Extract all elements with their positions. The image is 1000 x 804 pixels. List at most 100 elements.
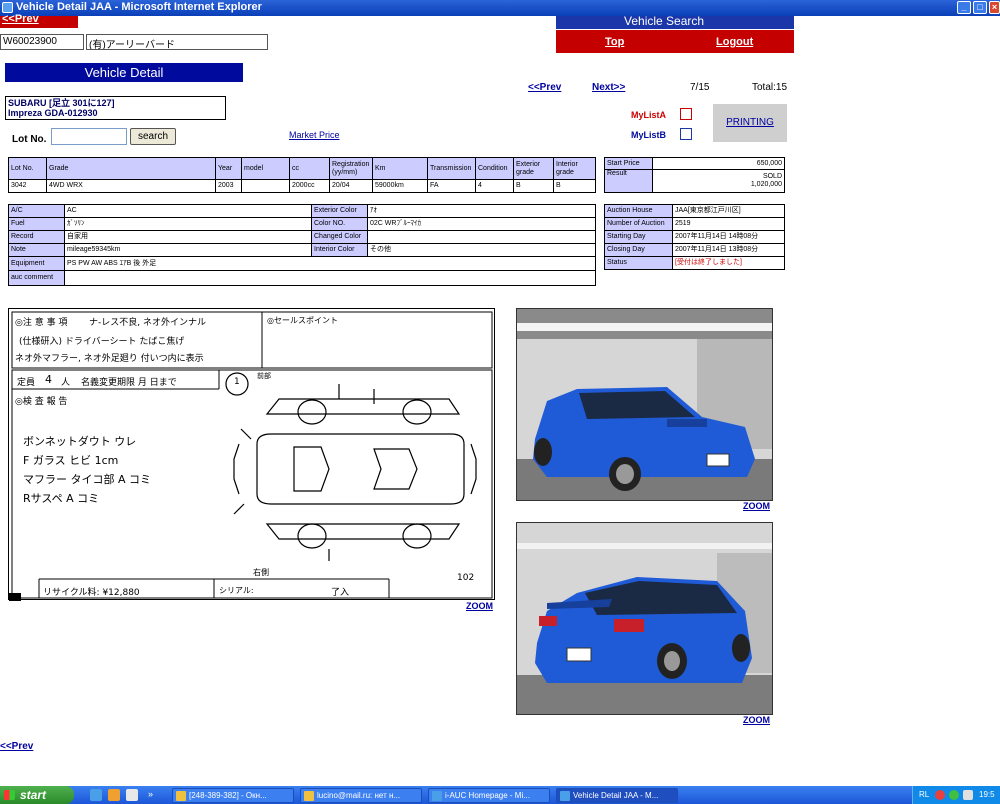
car-photo-front[interactable]	[516, 308, 773, 501]
firefox-quicklaunch-icon[interactable]	[108, 789, 120, 801]
spec-header: Km	[372, 157, 428, 180]
mylist-a-checkbox[interactable]	[680, 108, 692, 120]
spec-header-row: Lot No. Grade Year model cc Registration…	[8, 157, 596, 180]
mylist-b-label: MyListB	[631, 130, 667, 140]
price-table: Start Price 650,000 Result SOLD 1,020,00…	[604, 157, 785, 193]
top-nav-bar: Top Logout	[556, 30, 794, 53]
starting-day-label: Starting Day	[604, 230, 673, 244]
serial-label: シリアル:	[219, 586, 254, 595]
system-tray: RL 19:5	[912, 786, 1000, 804]
report-line2: F ガラス ヒビ 1cm	[23, 454, 119, 467]
spec-value: 20/04	[329, 179, 373, 193]
right-side-label: 右側	[253, 568, 269, 577]
serial-value: 了入	[331, 588, 350, 598]
taskbar-item[interactable]: i-AUC Homepage - Mi...	[428, 788, 550, 803]
car-title-box: SUBARU [足立 301に127] Impreza GDA-012930	[5, 96, 226, 120]
ext-color-label: Exterior Color	[311, 204, 368, 218]
equipment-label: Equipment	[8, 256, 65, 271]
sheet-zoom-link[interactable]: ZOOM	[466, 601, 493, 611]
start-price-value: 650,000	[652, 157, 785, 170]
record-value: 自家用	[64, 230, 312, 244]
prev-top-link[interactable]: <<Prev	[2, 13, 39, 25]
quicklaunch-expand-icon[interactable]: »	[148, 789, 156, 801]
language-indicator[interactable]: RL	[919, 786, 929, 804]
taskbar-item-label: lucino@mail.ru: нет н...	[317, 791, 401, 800]
front-photo-zoom-link[interactable]: ZOOM	[743, 501, 770, 511]
next-link[interactable]: Next>>	[592, 82, 625, 93]
spec-value: 2000cc	[289, 179, 330, 193]
capacity-label: 定員	[17, 378, 36, 388]
maximize-icon[interactable]: □	[973, 1, 987, 14]
ac-value: AC	[64, 204, 312, 218]
prev-top-bar: <<Prev	[0, 13, 78, 28]
taskbar-item[interactable]: [248-389-382] - Окн...	[172, 788, 294, 803]
close-icon[interactable]: ×	[989, 1, 1000, 14]
taskbar-item-active[interactable]: Vehicle Detail JAA - M...	[556, 788, 678, 803]
car-photo-rear[interactable]	[516, 522, 773, 715]
report-line3: マフラー タイコ部 A コミ	[23, 473, 152, 486]
spec-table: Lot No. Grade Year model cc Registration…	[8, 157, 596, 193]
taskbar-item-label: i-AUC Homepage - Mi...	[445, 791, 530, 800]
color-no-value: 02C WRﾌﾞﾙｰﾏｲｶ	[367, 217, 596, 231]
vehicle-search-link[interactable]: Vehicle Search	[624, 14, 704, 28]
starting-day-value: 2007年11月14日 14時08分	[672, 230, 785, 244]
features-table: A/C AC Exterior Color ｱｵ Fuel ｶﾞｿﾘﾝ Colo…	[8, 204, 596, 286]
notes-header: ◎注 意 事 項	[15, 318, 68, 328]
tray-network-icon[interactable]	[949, 790, 959, 800]
ac-label: A/C	[8, 204, 65, 218]
spec-value: FA	[427, 179, 476, 193]
color-no-label: Color NO.	[311, 217, 368, 231]
logout-link[interactable]: Logout	[716, 36, 753, 48]
minimize-icon[interactable]: _	[957, 1, 971, 14]
notes-line3: ネオ外マフラー, ネオ外足廻り 付いつ内に表示	[15, 354, 204, 364]
spec-header: Interior grade	[553, 157, 596, 180]
mylist-a-label: MyListA	[631, 110, 667, 120]
changed-color-value	[367, 230, 596, 244]
spec-header: Grade	[46, 157, 216, 180]
spec-header: Year	[215, 157, 242, 180]
result-cell: SOLD 1,020,000	[652, 169, 785, 193]
desktop-quicklaunch-icon[interactable]	[126, 789, 138, 801]
printing-button[interactable]: PRINTING	[713, 104, 787, 142]
spec-header: cc	[289, 157, 330, 180]
auction-number-value: 2519	[672, 217, 785, 231]
capacity-value: 4	[45, 373, 52, 386]
result-price: 1,020,000	[750, 181, 782, 188]
spec-value: 3042	[8, 179, 47, 193]
prev-bottom-link[interactable]: <<Prev	[0, 741, 33, 752]
taskbar-item-label: [248-389-382] - Окн...	[189, 791, 267, 800]
spec-value: 4	[475, 179, 514, 193]
rear-photo-zoom-link[interactable]: ZOOM	[743, 715, 770, 725]
prev-link[interactable]: <<Prev	[528, 82, 561, 93]
circle-mark: 1	[234, 377, 240, 387]
fuel-label: Fuel	[8, 217, 65, 231]
windows-flag-icon	[4, 790, 15, 800]
record-label: Record	[8, 230, 65, 244]
ie-icon	[2, 2, 13, 13]
sales-point-label: ◎セールスポイント	[267, 316, 338, 325]
capacity-unit: 人	[61, 378, 71, 388]
ie-app-icon	[432, 791, 442, 801]
spec-header: Condition	[475, 157, 514, 180]
taskbar-item[interactable]: lucino@mail.ru: нет н...	[300, 788, 422, 803]
ext-color-value: ｱｵ	[367, 204, 596, 218]
car-rear-image	[517, 523, 772, 714]
mylist-b-checkbox[interactable]	[680, 128, 692, 140]
closing-day-label: Closing Day	[604, 243, 673, 257]
tray-app-icon[interactable]	[935, 790, 945, 800]
lot-number-input[interactable]	[51, 128, 127, 145]
search-button[interactable]: search	[130, 128, 176, 145]
top-link[interactable]: Top	[605, 36, 624, 48]
start-price-label: Start Price	[604, 157, 653, 170]
market-price-link[interactable]: Market Price	[289, 130, 340, 140]
window-app-icon	[176, 791, 186, 801]
equipment-value: PS PW AW ABS ｴｱB 後 外足	[64, 256, 596, 271]
int-color-value: その他	[367, 243, 596, 257]
ie-quicklaunch-icon[interactable]	[90, 789, 102, 801]
inspection-sheet[interactable]: ◎注 意 事 項 ナ-レス不良, ネオ外インナル (仕様研入) ドライバーシート…	[8, 308, 495, 601]
start-button[interactable]: start	[0, 786, 74, 804]
company-name-box: (有)アーリーバード	[86, 34, 268, 50]
notes-line1: ナ-レス不良, ネオ外インナル	[89, 318, 206, 328]
tray-volume-icon[interactable]	[963, 790, 973, 800]
auction-number-label: Number of Auction	[604, 217, 673, 231]
